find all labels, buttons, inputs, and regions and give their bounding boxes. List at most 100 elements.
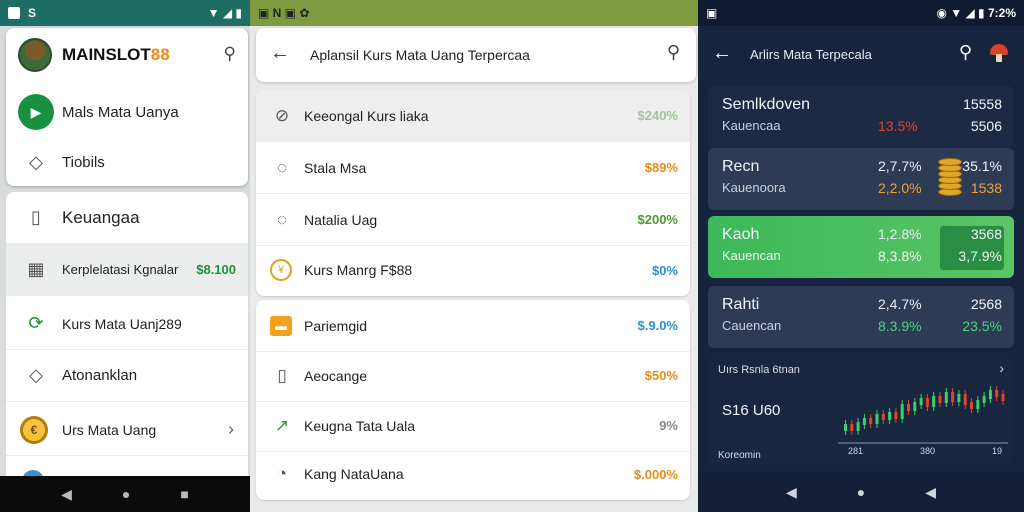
- rate-card-rate: 15558: [963, 96, 1002, 112]
- recents-button[interactable]: ■: [180, 486, 188, 502]
- exchange-icon: ⟳: [28, 313, 44, 333]
- wallet-icon: ▬: [270, 315, 292, 336]
- price-chart-card[interactable]: Uırs Rsnla 6tnan › S16 U60 281 380 19 Ko…: [708, 354, 1014, 464]
- list-item[interactable]: ▬ Pariemgid $.9.0%: [256, 300, 690, 352]
- candle-body: [982, 396, 986, 403]
- list-item-label: Kerplelatasi Kgnalar: [62, 262, 179, 277]
- rate-card-rate-sub: 1538: [970, 180, 1002, 196]
- search-icon[interactable]: ⚲: [224, 44, 236, 64]
- rate-card-selected[interactable]: Kaoh Kauencan 1,2.8% 8,3.8% 3568 3,7.9%: [708, 216, 1014, 278]
- brand-name: MAINSLOT88: [62, 45, 170, 64]
- list-item[interactable]: ¥ Kurs Manrg F$88 $0%: [256, 244, 690, 296]
- status-icons: ◉ ▼ ◢ ▮ 7:2%: [936, 6, 1016, 20]
- status-bar: ▣ ◉ ▼ ◢ ▮ 7:2%: [698, 0, 1024, 26]
- rates-card-2: ▬ Pariemgid $.9.0% ▯ Aeocange $50% ↗ Keu…: [256, 300, 690, 500]
- chat-icon: ◌: [276, 209, 288, 229]
- chat-icon: ◌: [276, 157, 288, 177]
- rate-card-rate: 35.1%: [962, 158, 1002, 174]
- rate-card[interactable]: Rahti Cauencan 2,4.7% 8.3.9% 2568 23.5%: [708, 286, 1014, 348]
- list-item[interactable]: ▯ Aeocange $50%: [256, 350, 690, 402]
- rate-card-rate-sub: 5506: [970, 118, 1002, 134]
- list-item-value: $.000%: [633, 466, 678, 482]
- chart-tick-label: 19: [992, 446, 1003, 456]
- brand-logo: [18, 38, 52, 72]
- coin-icon: €: [20, 415, 48, 444]
- status-bar: S ▼ ◢ ▮: [0, 0, 250, 26]
- list-item-label: Kang NataUana: [304, 466, 404, 482]
- app-screen-2: ▣ N ▣ ✿ ← Aplansil Kurs Mata Uang Terper…: [250, 0, 698, 512]
- candle-body: [925, 398, 929, 407]
- chart-tick-label: 281: [848, 446, 864, 456]
- home-button[interactable]: ●: [857, 484, 865, 500]
- search-icon[interactable]: ⚲: [959, 42, 972, 63]
- menu-item-tiobils[interactable]: ◇ Tiobils: [6, 140, 248, 184]
- search-icon[interactable]: ⚲: [667, 42, 680, 63]
- list-item-label: Keuangaa: [62, 207, 140, 227]
- grid-icon: ▦: [27, 259, 45, 279]
- list-item-label: Atonanklan: [62, 367, 138, 384]
- candle-body: [944, 392, 948, 403]
- candle-body: [919, 398, 923, 405]
- app-bar: ← Arlirs Mata Terpecala ⚲: [698, 26, 1024, 82]
- recents-button[interactable]: ◀: [925, 484, 936, 501]
- list-item-label: Natalia Uag: [304, 211, 378, 228]
- list-item-value: $8.100: [196, 262, 236, 277]
- menu-item-label: Tiobils: [62, 153, 105, 171]
- rates-card-1: ⊘ Keeongal Kurs liaka $240% ◌ Stala Msa …: [256, 90, 690, 296]
- rate-card-change: 8,3.8%: [878, 248, 922, 264]
- app-screen-1: S ▼ ◢ ▮ MAINSLOT88 ⚲ ▶ Mals Mata Uanya ◇…: [0, 0, 250, 512]
- list-item-keuangaa[interactable]: ▯ Keuangaa: [6, 192, 248, 244]
- candle-body: [850, 424, 854, 431]
- list-item[interactable]: ↗ Keugna Tata Uala 9%: [256, 400, 690, 452]
- rate-card-change: 8.3.9%: [878, 318, 922, 334]
- list-item[interactable]: ⊘ Keeongal Kurs liaka $240%: [256, 90, 690, 142]
- rate-card-sub: Kauencan: [722, 248, 781, 263]
- candle-body: [875, 414, 879, 424]
- list-item-urs-mata-uang[interactable]: € Urs Mata Uang ›: [6, 404, 248, 456]
- list-item-label: Pariemgid: [304, 317, 368, 334]
- chevron-right-icon: ›: [228, 419, 234, 439]
- back-button[interactable]: ◀: [786, 484, 797, 501]
- list-item-atonanklan[interactable]: ◇ Atonanklan: [6, 350, 248, 402]
- list-item-kurs-mata-uang[interactable]: ⟳ Kurs Mata Uanj289: [6, 298, 248, 350]
- list-item-label: Kurs Mata Uanj289: [62, 315, 182, 332]
- clock-icon: ◔: [276, 464, 288, 483]
- mushroom-icon[interactable]: [990, 44, 1008, 62]
- chart-footer-label: Koreomin: [718, 450, 761, 461]
- rate-card[interactable]: Recn Kauenoora 2,7.7% 2,2.0% 35.1% 1538: [708, 148, 1014, 210]
- candle-body: [881, 414, 885, 420]
- rate-card-rate: 2568: [970, 296, 1002, 312]
- rate-card[interactable]: Semlkdoven Kauencaa 13.5% 15558 5506: [708, 86, 1014, 148]
- list-item[interactable]: ◔ Kang NataUana $.000%: [256, 448, 690, 500]
- list-item-kerplelatasi[interactable]: ▦ Kerplelatasi Kgnalar $8.100: [6, 244, 248, 296]
- rate-card-name: Kaoh: [722, 226, 760, 243]
- trend-icon: ↗: [274, 415, 290, 435]
- list-item-value: $0%: [651, 262, 678, 278]
- home-button[interactable]: ●: [122, 486, 130, 502]
- app-bar: ← Aplansil Kurs Mata Uang Terpercaa ⚲: [256, 28, 696, 82]
- list-item[interactable]: ◌ Stala Msa $89%: [256, 142, 690, 194]
- candle-body: [938, 396, 942, 403]
- candle-body: [844, 424, 847, 431]
- back-button[interactable]: ◀: [61, 486, 72, 503]
- list-item[interactable]: ◌ Natalia Uag $200%: [256, 194, 690, 246]
- diamond-icon: ◇: [29, 365, 43, 385]
- back-arrow-icon[interactable]: ←: [270, 42, 290, 65]
- chart-value: S16 U60: [722, 402, 781, 419]
- menu-item-mals-mata-uanya[interactable]: ▶ Mals Mata Uanya: [6, 90, 248, 134]
- menu-item-label: Mals Mata Uanya: [62, 103, 179, 121]
- rate-card-name: Rahti: [722, 296, 760, 313]
- candle-body: [856, 422, 860, 431]
- candle-body: [932, 396, 936, 407]
- list-item-label: Urs Mata Uang: [62, 421, 157, 438]
- status-left: S: [28, 6, 37, 20]
- list-item-value: $50%: [644, 368, 678, 383]
- rate-card-rate-sub: 3,7.9%: [958, 248, 1002, 264]
- app-screen-3: ▣ ◉ ▼ ◢ ▮ 7:2% ← Arlirs Mata Terpecala ⚲…: [698, 0, 1024, 512]
- status-left: ▣: [706, 6, 718, 20]
- rate-card-value: 2,4.7%: [878, 296, 922, 312]
- candle-body: [894, 412, 898, 419]
- candlestick-chart: [838, 386, 1008, 444]
- candle-body: [970, 402, 973, 409]
- back-arrow-icon[interactable]: ←: [712, 42, 732, 65]
